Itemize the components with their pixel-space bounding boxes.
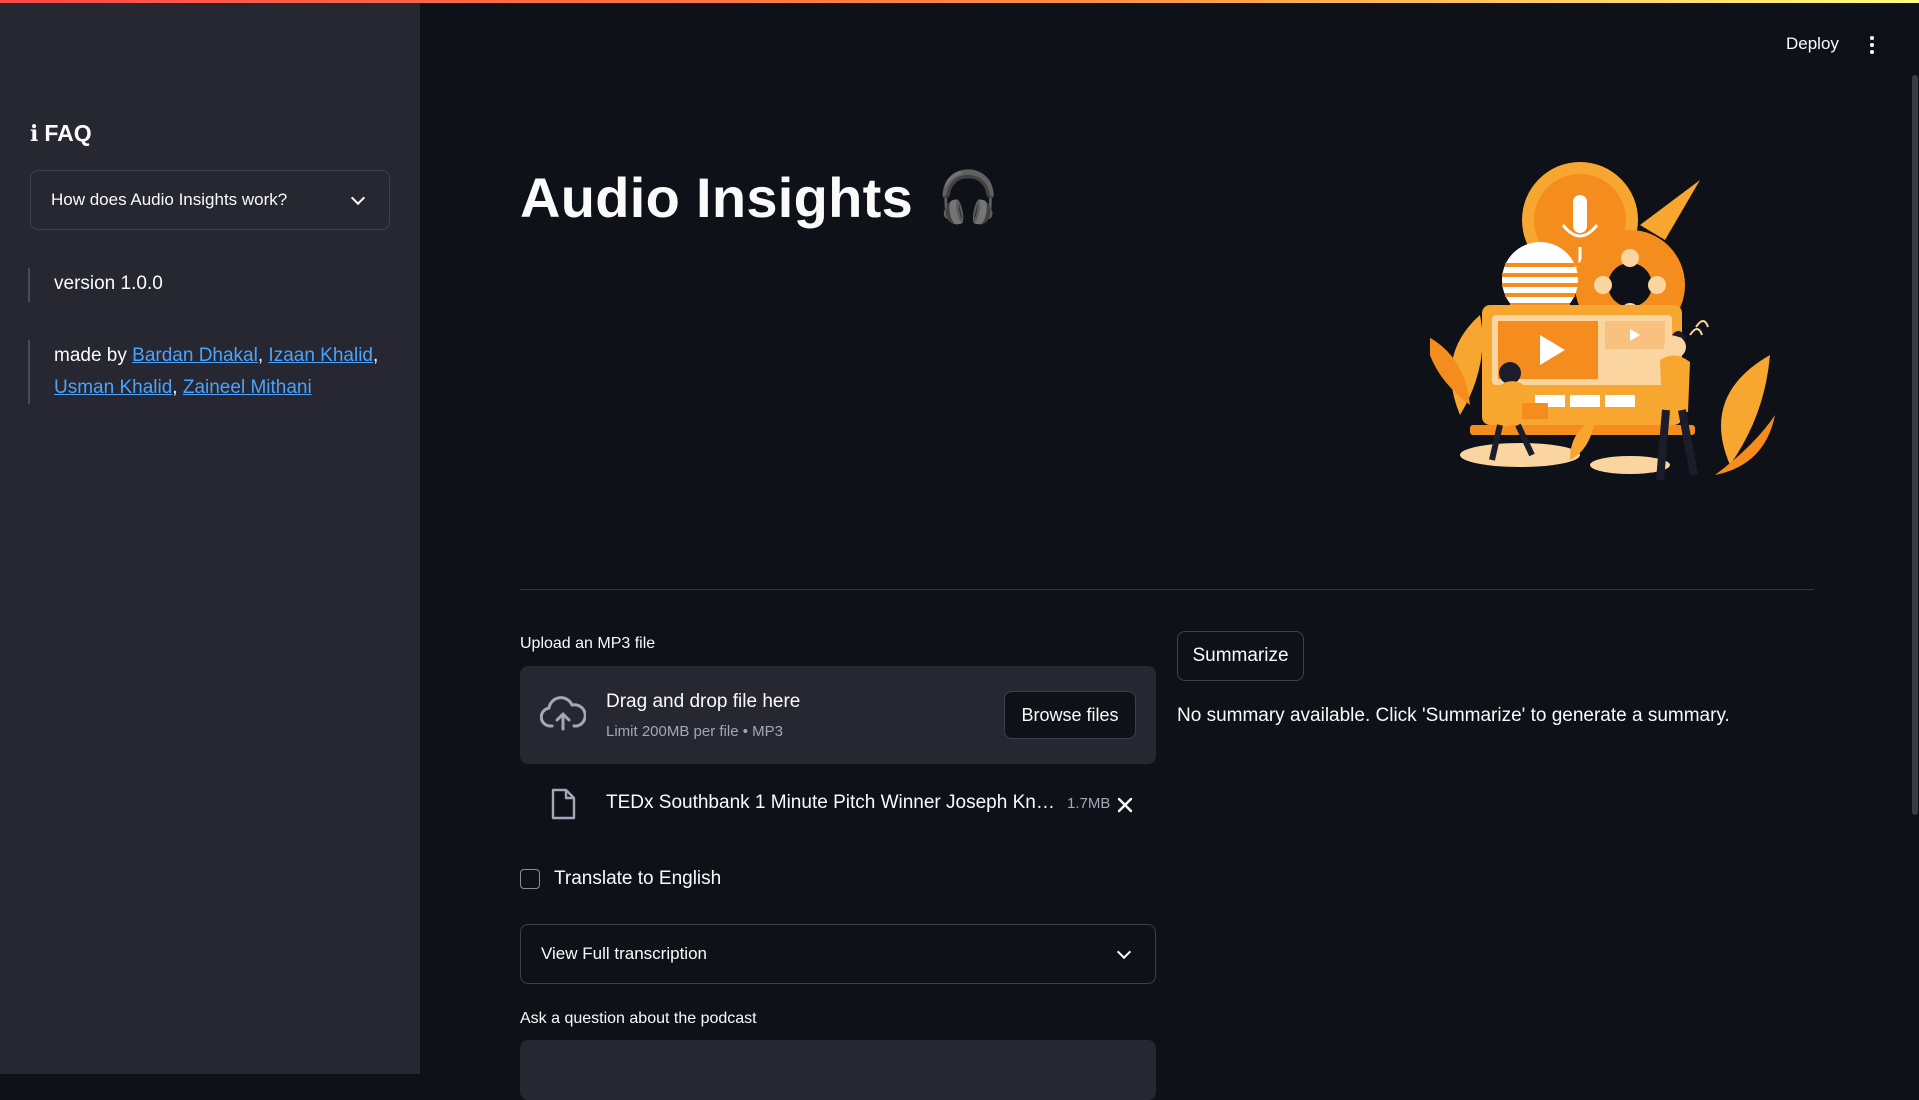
- chevron-down-icon: [1116, 944, 1132, 959]
- faq-expander-label: How does Audio Insights work?: [51, 190, 288, 209]
- faq-expander[interactable]: How does Audio Insights work?: [30, 170, 390, 230]
- top-decoration-bar: [0, 0, 1919, 3]
- faq-title-text: FAQ: [44, 120, 92, 146]
- file-icon: [551, 788, 576, 820]
- author-link-usman[interactable]: Usman Khalid: [54, 377, 172, 398]
- headphones-icon: 🎧: [937, 169, 1000, 225]
- podcast-illustration: [1430, 162, 1775, 481]
- transcription-expander[interactable]: View Full transcription: [520, 924, 1156, 984]
- ask-question-input[interactable]: [520, 1040, 1156, 1100]
- version-block: version 1.0.0: [28, 268, 163, 302]
- uploaded-file-row: TEDx Southbank 1 Minute Pitch Winner Jos…: [520, 784, 1156, 824]
- drop-text: Drag and drop file here: [606, 691, 801, 712]
- deploy-button[interactable]: Deploy: [1786, 34, 1839, 54]
- author-link-zaineel[interactable]: Zaineel Mithani: [183, 377, 312, 398]
- main-menu-icon[interactable]: [1862, 34, 1882, 56]
- translate-checkbox-row[interactable]: Translate to English: [520, 868, 721, 890]
- author-link-izaan[interactable]: Izaan Khalid: [268, 345, 373, 366]
- cloud-upload-icon: [540, 696, 586, 731]
- section-divider: [520, 589, 1814, 590]
- browse-files-button[interactable]: Browse files: [1004, 691, 1136, 739]
- summarize-button[interactable]: Summarize: [1177, 631, 1304, 681]
- upload-label: Upload an MP3 file: [520, 635, 656, 652]
- author-link-bardan[interactable]: Bardan Dhakal: [132, 345, 258, 366]
- made-by-block: made by Bardan Dhakal, Izaan Khalid, Usm…: [28, 340, 388, 404]
- version-text: version 1.0.0: [54, 273, 163, 294]
- page-title-text: Audio Insights: [520, 166, 914, 229]
- made-by-prefix: made by: [54, 345, 133, 366]
- uploaded-file-name: TEDx Southbank 1 Minute Pitch Winner Jos…: [606, 792, 1056, 813]
- transcription-expander-label: View Full transcription: [541, 944, 707, 963]
- page-title: Audio Insights 🎧: [520, 165, 1000, 230]
- translate-label: Translate to English: [554, 868, 722, 889]
- summary-status-text: No summary available. Click 'Summarize' …: [1177, 705, 1730, 726]
- sidebar: i FAQ How does Audio Insights work? vers…: [0, 0, 420, 1074]
- file-dropzone[interactable]: Drag and drop file here Limit 200MB per …: [520, 666, 1156, 764]
- uploaded-file-size: 1.7MB: [1067, 795, 1111, 812]
- chevron-down-icon: [350, 190, 366, 205]
- remove-file-icon[interactable]: [1114, 794, 1136, 816]
- translate-checkbox[interactable]: [520, 869, 540, 889]
- main-scrollbar[interactable]: [1912, 75, 1918, 815]
- faq-heading: i FAQ: [30, 120, 92, 147]
- info-icon: i: [30, 120, 39, 147]
- upload-limit-text: Limit 200MB per file • MP3: [606, 723, 783, 740]
- ask-question-label: Ask a question about the podcast: [520, 1010, 757, 1027]
